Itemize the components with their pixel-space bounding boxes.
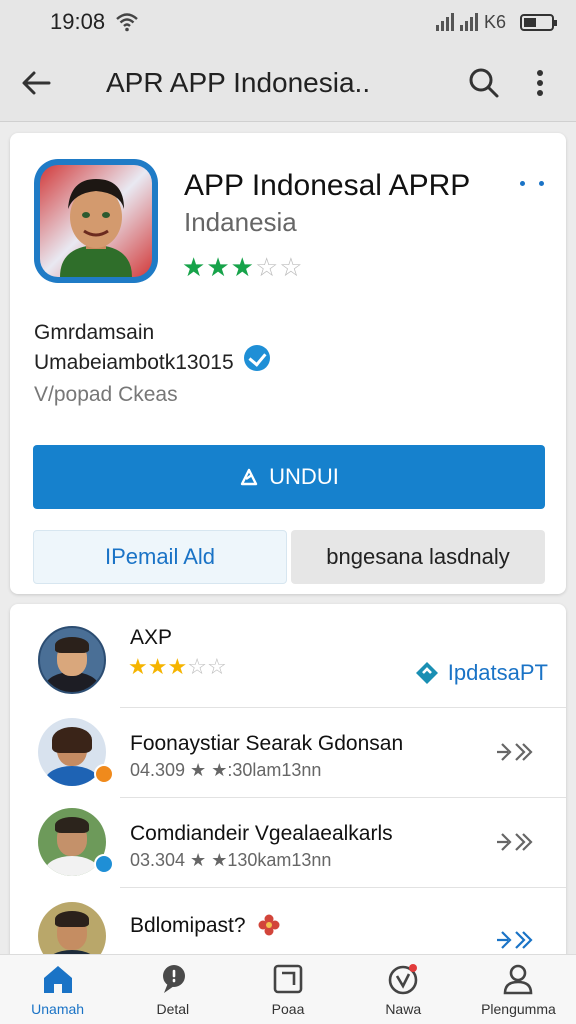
star-filled-icon: ★: [230, 252, 254, 282]
star-filled-icon: ★: [147, 654, 168, 679]
detail-icon: [162, 964, 185, 993]
app-detail-card: APP Indonesal APRP Indanesia ★ ★ ★ ☆ ☆ Gmrda…: [10, 133, 566, 594]
related-apps-card: AXP ★ ★ ★ ☆ ☆ IpdatsaPT Foonaystiar Searak G…: [10, 604, 566, 964]
app-bar: APR APP Indonesia..: [0, 44, 576, 122]
status-time: 19:08: [50, 9, 106, 34]
star-empty-icon: ☆: [279, 252, 303, 282]
nav-item-detail[interactable]: Detal: [115, 955, 230, 1024]
flower-icon: [258, 914, 280, 936]
battery-icon: [520, 13, 557, 31]
nav-label: Nawa: [385, 1000, 422, 1017]
nav-item-apps[interactable]: Poaa: [230, 955, 345, 1024]
list-item-subtitle: 04.309 ★ ★:30lam13nn: [130, 760, 322, 780]
search-button[interactable]: [456, 44, 512, 122]
nav-item-home[interactable]: Unamah: [0, 955, 115, 1024]
app-meta-info: Umabeiambotk13015: [34, 351, 234, 374]
arrow-left-icon: [22, 71, 51, 94]
list-item[interactable]: Foonaystiar Searak Gdonsan 04.309 ★ ★:30…: [10, 708, 566, 798]
list-item-subtitle: 03.304 ★ ★130kam13nn: [130, 850, 332, 870]
rating-stars: ★ ★ ★ ☆ ☆: [182, 254, 303, 280]
app-icon: [34, 159, 158, 283]
secondary-button-left[interactable]: IPemail Ald: [33, 530, 287, 584]
list-item[interactable]: Comdiandeir Vgealaealkarls 03.304 ★ ★130…: [10, 798, 566, 888]
star-filled-icon: ★: [167, 654, 188, 679]
app-meta-category: Gmrdamsain: [34, 321, 155, 344]
star-filled-icon: ★: [206, 252, 230, 282]
list-item[interactable]: AXP ★ ★ ★ ☆ ☆ IpdatsaPT: [10, 616, 566, 706]
app-meta-note: V/popad Ckeas: [34, 383, 178, 406]
signal-icon-2: [459, 13, 478, 31]
status-bar: 19:08 K6: [0, 0, 576, 44]
developer-name: Indanesia: [184, 207, 297, 237]
install-label: UNDUI: [269, 464, 339, 489]
wifi-icon: [116, 13, 138, 32]
nav-item-news[interactable]: Nawa: [346, 955, 461, 1024]
signal-icon: [435, 13, 454, 31]
avatar: [38, 626, 106, 694]
nav-label: Detal: [156, 1000, 190, 1017]
page-title: APR APP Indonesia..: [106, 66, 371, 98]
nav-label: Poaa: [271, 1000, 305, 1017]
install-icon: [240, 468, 258, 486]
star-empty-icon: ☆: [254, 252, 279, 282]
secondary-button-right[interactable]: bngesana lasdnaly: [291, 530, 545, 584]
list-item-title: Foonaystiar Searak Gdonsan: [130, 732, 404, 755]
nav-label: Unamah: [31, 1000, 85, 1017]
network-type: K6: [483, 11, 506, 32]
badge: [94, 764, 114, 784]
home-icon: [43, 965, 72, 993]
back-button[interactable]: [0, 44, 72, 122]
update-link[interactable]: IpdatsaPT: [414, 660, 548, 686]
list-item-title: Comdiandeir Vgealaealkarls: [130, 822, 393, 845]
star-filled-icon: ★: [128, 654, 148, 679]
list-item[interactable]: Bdlomipast?: [10, 890, 566, 964]
update-label: IpdatsaPT: [447, 660, 548, 685]
news-icon: [388, 963, 418, 994]
profile-icon: [504, 964, 533, 994]
update-icon: [415, 662, 438, 684]
star-empty-icon: ☆: [206, 654, 227, 679]
star-empty-icon: ☆: [187, 654, 207, 679]
search-icon: [469, 68, 499, 97]
nav-item-profile[interactable]: Plengumma: [461, 955, 576, 1024]
chevron-right-icon[interactable]: [494, 928, 534, 952]
status-indicators: K6: [435, 11, 557, 33]
verified-icon: [244, 345, 270, 371]
divider: [120, 887, 566, 888]
nav-label: Plengumma: [481, 1000, 556, 1017]
card-more-button[interactable]: [512, 169, 552, 197]
app-logo-face: [60, 179, 132, 277]
chevron-right-icon[interactable]: [494, 740, 534, 764]
more-vert-icon: [537, 69, 543, 96]
chevron-right-icon[interactable]: [494, 830, 534, 854]
app-name: APP Indonesal APRP: [184, 169, 471, 202]
list-item-title: Bdlomipast?: [130, 914, 246, 937]
badge: [94, 854, 114, 874]
apps-icon: [273, 964, 303, 993]
bottom-nav: Unamah Detal Poaa Nawa Plengumma: [0, 954, 576, 1024]
list-item-title: AXP: [130, 626, 173, 649]
more-button[interactable]: [512, 44, 568, 122]
star-filled-icon: ★: [182, 252, 206, 282]
install-button[interactable]: UNDUI: [33, 445, 545, 509]
list-item-rating: ★ ★ ★ ☆ ☆: [128, 656, 227, 678]
